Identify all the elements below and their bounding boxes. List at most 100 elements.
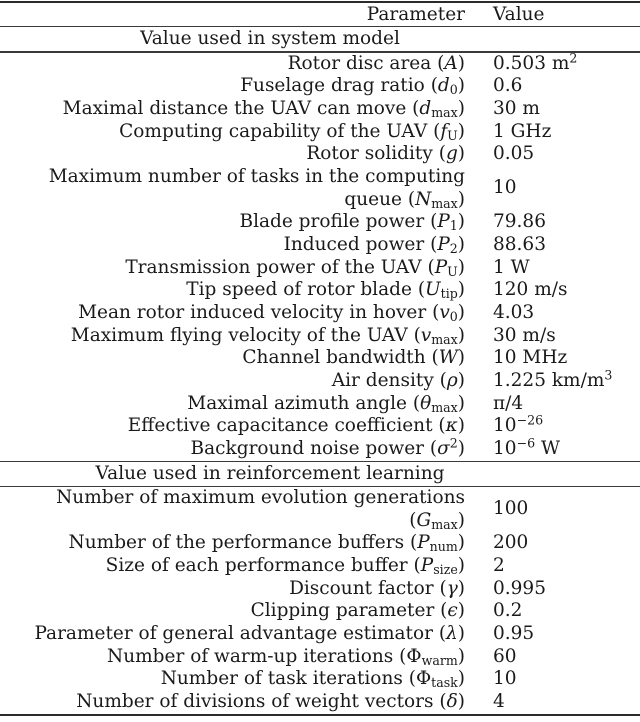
parameter-symbol: U [425, 279, 441, 301]
parameter-label: Discount factor [289, 577, 434, 599]
parameter-label-line: Computing capability of the UAV (fU) [0, 121, 465, 144]
parameter-label: Blade profile power [239, 211, 425, 233]
parameter-label: Rotor solidity [306, 143, 433, 165]
table-row: Effective capacitance coefficient (κ) 10−… [0, 414, 640, 438]
parameter-symbol: κ [445, 415, 458, 437]
parameter-cell: Maximum flying velocity of the UAV (vmax… [0, 325, 465, 348]
table-row: Number of the performance buffers (Pnum)… [0, 532, 640, 555]
value-cell: 1 W [465, 257, 640, 280]
label-spacer: ( [434, 600, 448, 622]
parameter-label: Fuselage drag ratio [240, 75, 425, 97]
value-cell: 0.95 [465, 623, 640, 646]
parameter-label-line: (Gmax) [0, 510, 465, 533]
label-close-paren: ) [457, 347, 465, 369]
value-cell: 200 [465, 532, 640, 555]
parameter-symbol: δ [446, 691, 458, 713]
label-close-paren: ) [457, 324, 465, 346]
parameter-label: Effective capacitance coefficient [127, 415, 433, 437]
table-row: Maximum flying velocity of the UAV (vmax… [0, 324, 640, 347]
value-exponent: −6 [516, 435, 536, 451]
parameter-cell: Maximal azimuth angle (θmax) [0, 393, 465, 416]
table-row: Size of each performance buffer (Psize) 2 [0, 555, 640, 578]
value-text: 2 [493, 554, 505, 576]
parameter-cell: Induced power (P2) [0, 234, 465, 257]
value-cell: 10−26 [465, 414, 640, 438]
label-close-paren: ) [457, 143, 465, 165]
value-cell: 0.05 [465, 143, 640, 166]
value-cell: 10 [465, 177, 640, 200]
value-cell: 0.503 m2 [465, 52, 640, 76]
value-text: 100 [493, 498, 529, 520]
parameter-label: Rotor disc area [287, 52, 432, 74]
parameter-cell: Tip speed of rotor blade (Utip) [0, 279, 465, 302]
parameter-cell: Discount factor (γ) [0, 578, 465, 601]
symbol-subscript: max [431, 195, 458, 211]
label-spacer: ( [404, 532, 418, 554]
parameter-label: Parameter of general advantage estimator [34, 623, 433, 645]
parameter-label: Clipping parameter [250, 600, 435, 622]
symbol-subscript: 0 [449, 309, 458, 325]
label-spacer: ( [432, 623, 447, 645]
parameter-label-line: Maximal distance the UAV can move (dmax) [0, 98, 465, 121]
value-unit: W [535, 438, 560, 459]
parameter-label: Number of the performance buffers [68, 532, 405, 554]
parameter-cell: Number of divisions of weight vectors (δ… [0, 691, 465, 714]
value-text: 10 [493, 668, 517, 690]
label-close-paren: ) [457, 645, 465, 667]
value-cell: 10 [465, 668, 640, 691]
parameter-label-line: Clipping parameter (ϵ) [0, 600, 465, 623]
parameter-symbol: N [415, 188, 432, 210]
label-spacer: ( [402, 668, 416, 690]
value-text: 10 [493, 177, 517, 199]
parameter-cell: Size of each performance buffer (Psize) [0, 555, 465, 578]
label-close-paren: ) [457, 577, 465, 599]
value-text: 1 W [493, 256, 530, 278]
value-text: 1.225 km/m [493, 369, 605, 391]
symbol-subscript: U [447, 263, 458, 279]
value-cell: 120 m/s [465, 279, 640, 302]
value-text: 79.86 [493, 211, 546, 233]
parameter-cell: Clipping parameter (ϵ) [0, 600, 465, 623]
value-cell: 1 GHz [465, 121, 640, 144]
value-text: 10 [493, 415, 517, 437]
parameter-cell: Channel bandwidth (W) [0, 347, 465, 370]
label-spacer: ( [407, 324, 421, 346]
label-spacer: ( [411, 279, 426, 301]
section-header: Value used in reinforcement learning [95, 462, 445, 484]
value-cell: 30 m [465, 98, 640, 121]
value-text: 0.05 [493, 143, 535, 165]
parameter-label-line: Maximal azimuth angle (θmax) [0, 393, 465, 416]
parameter-table: Parameter Value Value used in system mod… [0, 1, 640, 716]
parameter-cell: Transmission power of the UAV (PU) [0, 257, 465, 280]
parameter-label-line: Effective capacitance coefficient (κ) [0, 415, 465, 438]
label-close-paren: ) [457, 600, 465, 622]
label-close-paren: ) [457, 438, 465, 459]
parameter-symbol: P [417, 532, 430, 554]
parameter-label: Channel bandwidth [242, 347, 426, 369]
parameter-symbol: Φ [406, 645, 422, 667]
symbol-subscript: 1 [449, 218, 458, 234]
label-spacer: ( [432, 143, 446, 165]
parameter-label-line: Blade profile power (P1) [0, 211, 465, 234]
label-close-paren: ) [457, 369, 465, 391]
value-text: 0.503 m [493, 52, 570, 74]
label-spacer: ( [426, 301, 440, 323]
parameter-label-line: Discount factor (γ) [0, 578, 465, 601]
table-row: Air density (ρ) 1.225 km/m3 [0, 369, 640, 393]
value-text: 10 [493, 438, 517, 459]
parameter-symbol: d [419, 98, 432, 120]
table-row: Rotor solidity (g) 0.05 [0, 143, 640, 166]
parameter-symbol: ϵ [447, 600, 458, 622]
value-text: 4 [493, 691, 505, 713]
parameter-label-line: Number of warm-up iterations (Φwarm) [0, 646, 465, 669]
value-text: 0.2 [493, 600, 523, 622]
parameter-label-line: Rotor solidity (g) [0, 143, 465, 166]
label-close-paren: ) [457, 120, 465, 142]
value-text: 88.63 [493, 233, 546, 255]
label-spacer: ( [433, 369, 447, 391]
label-close-paren: ) [457, 256, 465, 278]
label-spacer: ( [401, 188, 416, 210]
symbol-subscript: 0 [449, 82, 458, 98]
value-cell: 88.63 [465, 234, 640, 257]
value-text: 4.03 [493, 301, 535, 323]
